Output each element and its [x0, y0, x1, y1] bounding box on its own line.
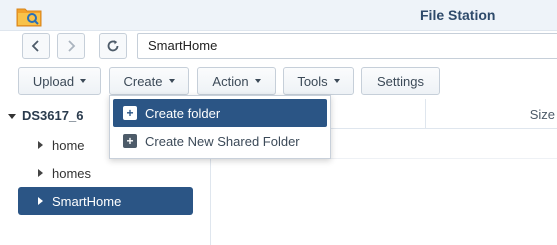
menu-item-create-folder[interactable]: + Create folder	[113, 99, 327, 127]
tree-item-homes[interactable]: homes	[18, 159, 193, 187]
caret-down-icon	[254, 79, 261, 83]
create-label: Create	[123, 73, 163, 89]
column-header-size[interactable]: Size	[530, 107, 555, 122]
collapsed-arrow-icon[interactable]	[38, 197, 43, 205]
caret-down-icon	[333, 79, 340, 83]
window-title: File Station	[420, 7, 496, 23]
create-button[interactable]: Create	[109, 67, 189, 95]
collapsed-arrow-icon[interactable]	[38, 141, 43, 149]
navigation-bar: SmartHome	[0, 31, 557, 63]
plus-icon: +	[123, 106, 137, 120]
path-input[interactable]: SmartHome	[137, 33, 557, 59]
refresh-icon	[107, 40, 119, 52]
settings-button[interactable]: Settings	[361, 67, 440, 95]
toolbar: Upload Create Action Tools Settings	[0, 63, 557, 99]
tools-label: Tools	[297, 73, 328, 89]
settings-label: Settings	[377, 73, 424, 89]
plus-icon: +	[123, 134, 137, 148]
tree-item-label: home	[52, 137, 85, 153]
back-button[interactable]	[22, 33, 50, 59]
upload-button[interactable]: Upload	[18, 67, 101, 95]
tree-item-label: SmartHome	[52, 193, 122, 209]
refresh-button[interactable]	[99, 33, 127, 59]
tree-item-label: homes	[52, 165, 92, 181]
expand-arrow-icon[interactable]	[8, 114, 16, 119]
title-bar: File Station	[0, 0, 557, 31]
action-label: Action	[212, 73, 249, 89]
tools-button[interactable]: Tools	[283, 67, 354, 95]
action-button[interactable]: Action	[197, 67, 276, 95]
collapsed-arrow-icon[interactable]	[38, 169, 43, 177]
menu-item-label: Create New Shared Folder	[145, 133, 300, 149]
caret-down-icon	[80, 79, 87, 83]
tree-root-server[interactable]: DS3617_6	[22, 108, 112, 123]
create-dropdown-menu: + Create folder + Create New Shared Fold…	[109, 95, 331, 159]
menu-item-create-shared-folder[interactable]: + Create New Shared Folder	[113, 127, 327, 155]
menu-item-label: Create folder	[145, 105, 221, 121]
caret-down-icon	[168, 79, 175, 83]
chevron-left-icon	[31, 40, 39, 52]
column-divider[interactable]	[425, 99, 426, 129]
upload-label: Upload	[32, 73, 75, 89]
tree-item-smarthome[interactable]: SmartHome	[18, 187, 193, 215]
chevron-right-icon	[68, 40, 76, 52]
forward-button[interactable]	[57, 33, 85, 59]
file-station-app-icon	[16, 8, 42, 27]
